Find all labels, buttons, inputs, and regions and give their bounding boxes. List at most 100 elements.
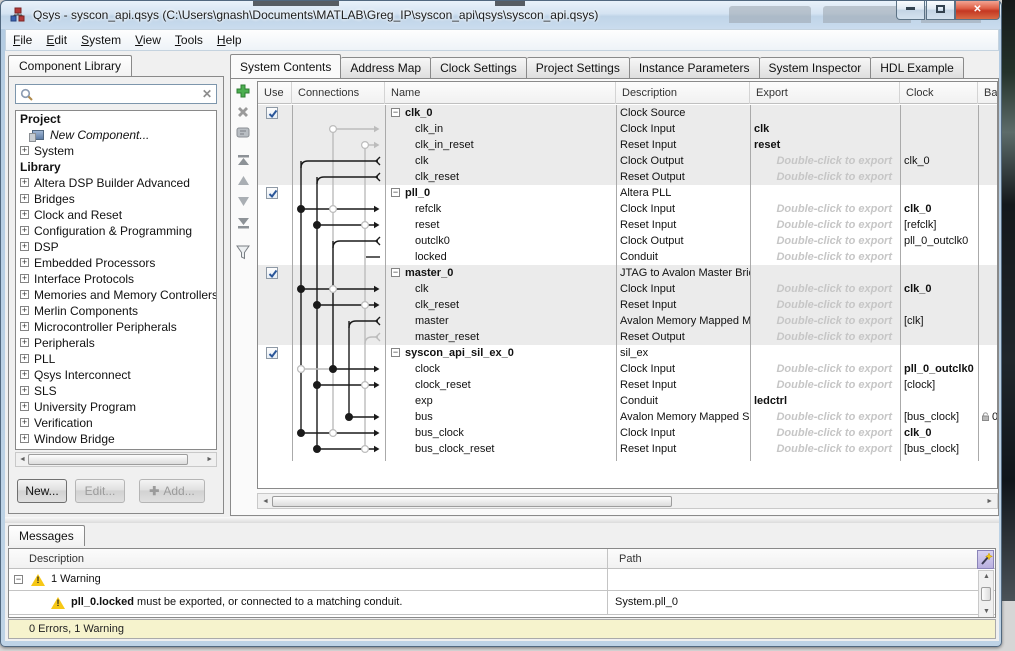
tree-item-bridges[interactable]: +Bridges	[16, 191, 216, 207]
clock-cell[interactable]: [bus_clock]	[904, 441, 978, 457]
clock-cell[interactable]: clk_0	[904, 201, 978, 217]
tree-item-window-bridge[interactable]: +Window Bridge	[16, 431, 216, 447]
collapse-icon[interactable]: −	[391, 268, 400, 277]
messages-vertical-scrollbar[interactable]: ▲ ▼	[978, 570, 994, 618]
expand-icon[interactable]: +	[20, 418, 29, 427]
tab-system-inspector[interactable]: System Inspector	[760, 57, 872, 79]
base-cell[interactable]	[978, 329, 998, 345]
expand-icon[interactable]: +	[20, 274, 29, 283]
expand-icon[interactable]: +	[20, 370, 29, 379]
menu-help[interactable]: Help	[210, 30, 249, 50]
column-header-description[interactable]: Description	[616, 82, 750, 104]
move-down-button[interactable]	[232, 194, 254, 214]
tab-hdl-example[interactable]: HDL Example	[871, 57, 964, 79]
move-up-button[interactable]	[232, 173, 254, 193]
scroll-down-icon[interactable]: ▼	[983, 608, 990, 615]
export-cell[interactable]: Double-click to export	[754, 441, 900, 457]
clock-cell[interactable]	[904, 249, 978, 265]
export-cell[interactable]: Double-click to export	[754, 217, 900, 233]
tree-item-embedded-processors[interactable]: +Embedded Processors	[16, 255, 216, 271]
use-checkbox[interactable]	[266, 187, 278, 199]
tree-item-qsys-interconnect[interactable]: +Qsys Interconnect	[16, 367, 216, 383]
column-header-clock[interactable]: Clock	[900, 82, 978, 104]
export-cell[interactable]: Double-click to export	[754, 409, 900, 425]
menu-tools[interactable]: Tools	[168, 30, 210, 50]
export-cell[interactable]	[754, 185, 900, 201]
maximize-button[interactable]	[926, 1, 955, 20]
expand-icon[interactable]: +	[20, 306, 29, 315]
expand-icon[interactable]: +	[20, 210, 29, 219]
export-cell[interactable]	[754, 265, 900, 281]
warning-message-row[interactable]: pll_0.locked must be exported, or connec…	[9, 591, 995, 615]
close-button[interactable]: ✕	[955, 1, 1000, 20]
tree-item-peripherals[interactable]: +Peripherals	[16, 335, 216, 351]
edit-button[interactable]	[232, 124, 254, 144]
tree-item-new-component[interactable]: New Component...	[16, 127, 216, 143]
base-cell[interactable]	[978, 121, 998, 137]
base-cell[interactable]	[978, 281, 998, 297]
base-cell[interactable]	[978, 377, 998, 393]
warning-group-row[interactable]: − 1 Warning	[9, 569, 995, 591]
base-cell[interactable]	[978, 105, 998, 121]
add-button[interactable]	[232, 82, 254, 102]
search-input[interactable]	[38, 86, 196, 102]
clock-cell[interactable]: pll_0_outclk0	[904, 233, 978, 249]
export-cell[interactable]: Double-click to export	[754, 297, 900, 313]
expand-icon[interactable]: +	[20, 354, 29, 363]
add-button[interactable]: ✚Add...	[139, 479, 205, 503]
clock-cell[interactable]	[904, 121, 978, 137]
collapse-icon[interactable]: −	[391, 348, 400, 357]
tree-item-merlin-components[interactable]: +Merlin Components	[16, 303, 216, 319]
menu-system[interactable]: System	[74, 30, 128, 50]
clock-cell[interactable]	[904, 105, 978, 121]
expand-icon[interactable]: +	[20, 258, 29, 267]
scroll-right-icon[interactable]: ►	[206, 456, 213, 463]
export-cell[interactable]: Double-click to export	[754, 201, 900, 217]
clock-cell[interactable]	[904, 185, 978, 201]
tab-messages[interactable]: Messages	[8, 525, 85, 546]
expand-icon[interactable]: +	[20, 386, 29, 395]
clock-cell[interactable]: [clock]	[904, 377, 978, 393]
tree-item-sls[interactable]: +SLS	[16, 383, 216, 399]
scroll-up-icon[interactable]: ▲	[983, 573, 990, 580]
edit-button[interactable]: Edit...	[75, 479, 125, 503]
tree-item-project[interactable]: Project	[16, 111, 216, 127]
new-button[interactable]: New...	[17, 479, 67, 503]
column-header-export[interactable]: Export	[750, 82, 900, 104]
connections-graph[interactable]	[292, 105, 385, 457]
column-header-base[interactable]: Base	[978, 82, 998, 104]
minimize-button[interactable]	[896, 1, 925, 20]
menu-view[interactable]: View	[128, 30, 168, 50]
tree-item-pll[interactable]: +PLL	[16, 351, 216, 367]
column-header-use[interactable]: Use	[258, 82, 292, 104]
scrollbar-thumb[interactable]	[981, 587, 991, 601]
tree-item-library[interactable]: Library	[16, 159, 216, 175]
tree-item-clock-and-reset[interactable]: +Clock and Reset	[16, 207, 216, 223]
tab-component-library[interactable]: Component Library	[8, 55, 132, 76]
base-cell[interactable]	[978, 361, 998, 377]
clock-cell[interactable]: [refclk]	[904, 217, 978, 233]
use-checkbox[interactable]	[266, 347, 278, 359]
tree-item-altera-dsp-builder-advanced[interactable]: +Altera DSP Builder Advanced	[16, 175, 216, 191]
tab-clock-settings[interactable]: Clock Settings	[431, 57, 527, 79]
export-cell[interactable]	[754, 345, 900, 361]
base-cell[interactable]	[978, 217, 998, 233]
export-cell[interactable]: Double-click to export	[754, 233, 900, 249]
tree-horizontal-scrollbar[interactable]: ◄ ►	[15, 452, 217, 467]
clock-cell[interactable]	[904, 169, 978, 185]
clock-cell[interactable]: clk_0	[904, 425, 978, 441]
base-cell[interactable]	[978, 393, 998, 409]
clock-cell[interactable]	[904, 329, 978, 345]
export-cell[interactable]: clk	[754, 121, 900, 137]
export-cell[interactable]: Double-click to export	[754, 153, 900, 169]
export-cell[interactable]: ledctrl	[754, 393, 900, 409]
expand-icon[interactable]: +	[20, 146, 29, 155]
clear-search-icon[interactable]: ✕	[202, 87, 212, 101]
export-cell[interactable]: Double-click to export	[754, 361, 900, 377]
base-cell[interactable]	[978, 425, 998, 441]
column-header-connections[interactable]: Connections	[292, 82, 385, 104]
base-cell[interactable]: 0x0000	[978, 409, 998, 425]
base-cell[interactable]	[978, 137, 998, 153]
export-cell[interactable]: Double-click to export	[754, 169, 900, 185]
expand-icon[interactable]: +	[20, 242, 29, 251]
